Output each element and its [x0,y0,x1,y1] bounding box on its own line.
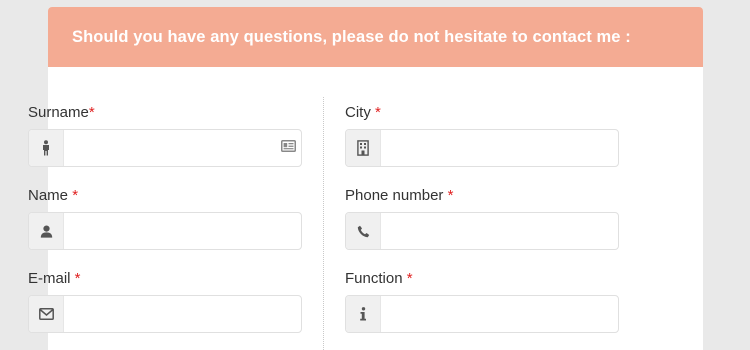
building-icon [346,130,381,166]
phone-field: Phone number * [345,186,619,250]
required-marker: * [74,270,81,287]
name-label: Name * [28,187,79,204]
person-standing-icon [29,130,64,166]
email-field: E-mail * [28,269,302,333]
surname-input[interactable] [64,130,301,166]
info-icon [346,296,381,332]
city-field: City * [345,103,619,167]
surname-label: Surname* [28,104,95,121]
city-label: City * [345,104,381,121]
id-card-icon [281,139,296,157]
user-icon [29,213,64,249]
email-label: E-mail * [28,270,81,287]
name-field: Name * [28,186,302,250]
function-input-group [345,295,619,333]
city-input-group [345,129,619,167]
envelope-icon [29,296,64,332]
name-input[interactable] [64,213,301,249]
form-header: Should you have any questions, please do… [48,7,703,67]
phone-label: Phone number * [345,187,454,204]
function-field: Function * [345,269,619,333]
city-input[interactable] [381,130,618,166]
function-label: Function * [345,270,413,287]
surname-field: Surname* [28,103,302,167]
required-marker: * [72,187,79,204]
column-divider [323,97,324,350]
required-marker: * [406,270,413,287]
required-marker: * [447,187,454,204]
email-input-group [28,295,302,333]
surname-input-group [28,129,302,167]
phone-input-group [345,212,619,250]
form-title: Should you have any questions, please do… [72,27,631,46]
phone-input[interactable] [381,213,618,249]
required-marker: * [88,104,95,121]
required-marker: * [375,104,381,121]
name-input-group [28,212,302,250]
function-input[interactable] [381,296,618,332]
email-input[interactable] [64,296,301,332]
phone-icon [346,213,381,249]
